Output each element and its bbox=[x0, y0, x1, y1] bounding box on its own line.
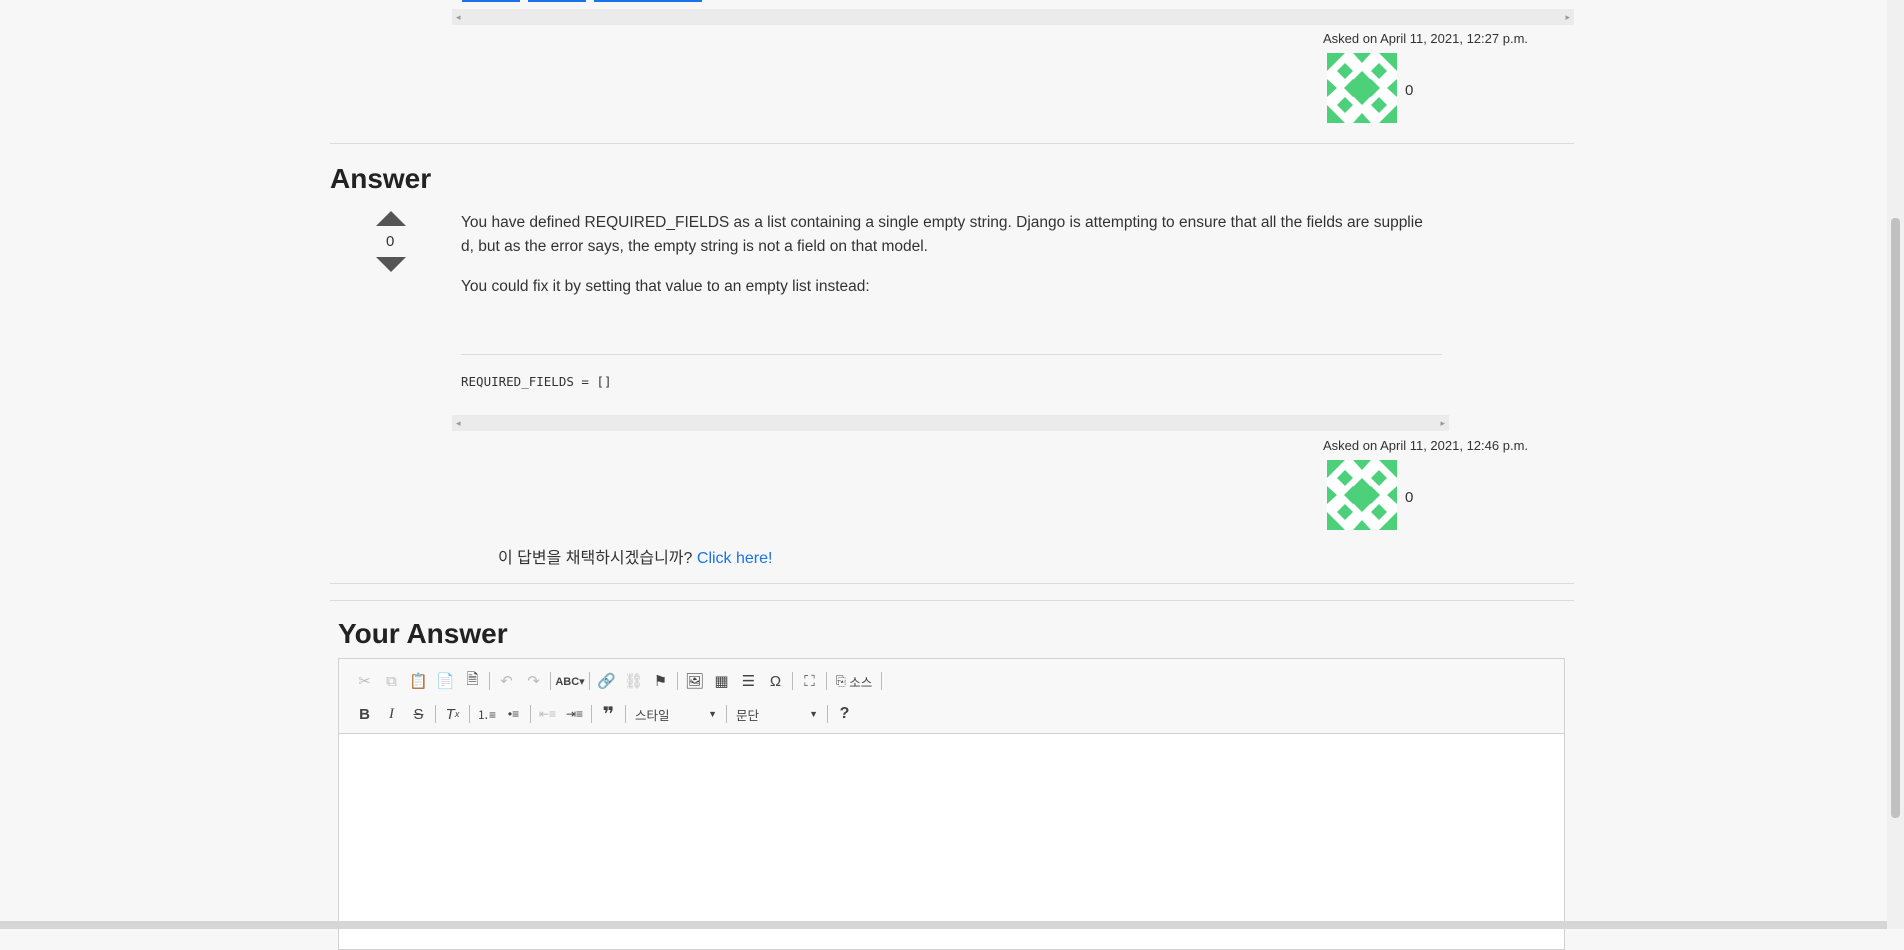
special-char-icon[interactable]: Ω bbox=[762, 669, 789, 693]
scroll-left-icon[interactable]: ◂ bbox=[456, 9, 461, 25]
copy-icon[interactable]: ⧉ bbox=[378, 669, 405, 693]
redo-icon[interactable]: ↷ bbox=[520, 669, 547, 693]
blockquote-icon[interactable]: ❞ bbox=[595, 702, 622, 726]
help-button[interactable]: ? bbox=[831, 702, 858, 726]
format-select-label: 문단 bbox=[736, 708, 760, 723]
remove-format-icon[interactable]: Tx bbox=[439, 702, 466, 726]
vertical-page-scrollbar[interactable] bbox=[1887, 0, 1904, 929]
answer-user-score: 0 bbox=[1405, 489, 1414, 506]
editor-content-area[interactable] bbox=[339, 734, 1564, 949]
anchor-icon[interactable]: ⚑ bbox=[647, 669, 674, 693]
paste-icon[interactable]: 📋 bbox=[405, 669, 432, 693]
maximize-icon[interactable]: ⛶ bbox=[796, 669, 823, 693]
toolbar-separator bbox=[591, 705, 592, 723]
source-label: 소스 bbox=[849, 675, 873, 690]
style-select-label: 스타일 bbox=[635, 708, 670, 723]
question-user-score: 0 bbox=[1405, 82, 1414, 99]
divider bbox=[330, 143, 1574, 144]
toolbar-separator bbox=[550, 672, 551, 690]
unlink-icon[interactable]: ⛓ bbox=[620, 669, 647, 693]
cut-icon[interactable]: ✂ bbox=[351, 669, 378, 693]
toolbar-row-2: B I S Tx ⒈≡ •≡ ⇤≡ ⇥≡ ❞ 스타일 ▼ 문단 ▼ ? bbox=[351, 700, 858, 728]
source-icon: ⎘ bbox=[835, 673, 846, 688]
editor-toolbar: ✂ ⧉ 📋 📄 🗎 ↶ ↷ ABC▾ 🔗 ⛓ ⚑ 🖼 ▦ ☰ Ω ⛶ ⎘ 소스 bbox=[339, 659, 1564, 734]
answer-avatar bbox=[1327, 460, 1397, 530]
toolbar-separator bbox=[469, 705, 470, 723]
strike-icon[interactable]: S bbox=[405, 702, 432, 726]
accept-answer-row: 이 답변을 채택하시겠습니까? Click here! bbox=[498, 544, 772, 568]
toolbar-separator bbox=[792, 672, 793, 690]
toolbar-separator bbox=[625, 705, 626, 723]
toolbar-separator bbox=[826, 672, 827, 690]
identicon-icon bbox=[1327, 460, 1397, 530]
toolbar-separator bbox=[881, 672, 882, 690]
upvote-button[interactable] bbox=[376, 211, 406, 226]
style-select[interactable]: 스타일 ▼ bbox=[629, 703, 723, 725]
question-avatar bbox=[1327, 53, 1397, 123]
toolbar-separator bbox=[489, 672, 490, 690]
source-button[interactable]: ⎘ 소스 bbox=[830, 669, 878, 693]
identicon-icon bbox=[1327, 53, 1397, 123]
downvote-button[interactable] bbox=[376, 257, 406, 272]
accept-prompt: 이 답변을 채택하시겠습니까? bbox=[498, 550, 693, 567]
horizontal-line-icon[interactable]: ☰ bbox=[735, 669, 762, 693]
scroll-right-icon[interactable]: ▸ bbox=[1440, 415, 1445, 431]
indent-icon[interactable]: ⇥≡ bbox=[561, 702, 588, 726]
divider bbox=[330, 583, 1574, 584]
vote-count: 0 bbox=[386, 233, 395, 250]
accept-answer-link[interactable]: Click here! bbox=[697, 550, 773, 567]
toolbar-separator bbox=[530, 705, 531, 723]
toolbar-separator bbox=[435, 705, 436, 723]
bulleted-list-icon[interactable]: •≡ bbox=[500, 702, 527, 726]
answer-code-scrollbar[interactable]: ◂ ▸ bbox=[452, 415, 1449, 431]
chevron-down-icon: ▼ bbox=[708, 709, 717, 719]
toolbar-separator bbox=[677, 672, 678, 690]
format-select[interactable]: 문단 ▼ bbox=[730, 703, 824, 725]
outdent-icon[interactable]: ⇤≡ bbox=[534, 702, 561, 726]
toolbar-separator bbox=[827, 705, 828, 723]
table-icon[interactable]: ▦ bbox=[708, 669, 735, 693]
answer-paragraph-1: You have defined REQUIRED_FIELDS as a li… bbox=[461, 214, 1423, 255]
toolbar-separator bbox=[726, 705, 727, 723]
link-icon[interactable]: 🔗 bbox=[593, 669, 620, 693]
toolbar-row-1: ✂ ⧉ 📋 📄 🗎 ↶ ↷ ABC▾ 🔗 ⛓ ⚑ 🖼 ▦ ☰ Ω ⛶ ⎘ 소스 bbox=[351, 667, 885, 695]
toolbar-separator bbox=[589, 672, 590, 690]
divider bbox=[330, 600, 1574, 601]
spellcheck-icon[interactable]: ABC▾ bbox=[554, 669, 586, 693]
answer-code: REQUIRED_FIELDS = [] bbox=[461, 374, 612, 389]
question-asked-date: Asked on April 11, 2021, 12:27 p.m. bbox=[1323, 31, 1529, 46]
rich-text-editor: ✂ ⧉ 📋 📄 🗎 ↶ ↷ ABC▾ 🔗 ⛓ ⚑ 🖼 ▦ ☰ Ω ⛶ ⎘ 소스 bbox=[338, 658, 1565, 950]
question-code-scrollbar[interactable]: ◂ ▸ bbox=[452, 9, 1574, 25]
answer-heading: Answer bbox=[330, 163, 432, 194]
code-top-border bbox=[461, 354, 1442, 355]
undo-icon[interactable]: ↶ bbox=[493, 669, 520, 693]
horizontal-page-scrollbar[interactable] bbox=[0, 921, 1887, 929]
paste-text-icon[interactable]: 📄 bbox=[432, 669, 459, 693]
numbered-list-icon[interactable]: ⒈≡ bbox=[473, 702, 500, 726]
paste-word-icon[interactable]: 🗎 bbox=[459, 669, 486, 693]
italic-icon[interactable]: I bbox=[378, 702, 405, 726]
chevron-down-icon: ▼ bbox=[809, 709, 818, 719]
image-icon[interactable]: 🖼 bbox=[681, 669, 708, 693]
scroll-left-icon[interactable]: ◂ bbox=[456, 415, 461, 431]
top-link-buttons bbox=[462, 0, 702, 2]
bold-icon[interactable]: B bbox=[351, 702, 378, 726]
answer-asked-date: Asked on April 11, 2021, 12:46 p.m. bbox=[1323, 438, 1529, 453]
scroll-right-icon[interactable]: ▸ bbox=[1565, 9, 1570, 25]
your-answer-heading: Your Answer bbox=[338, 618, 508, 649]
scrollbar-thumb[interactable] bbox=[1891, 218, 1900, 818]
answer-paragraph-2: You could fix it by setting that value t… bbox=[461, 278, 870, 295]
